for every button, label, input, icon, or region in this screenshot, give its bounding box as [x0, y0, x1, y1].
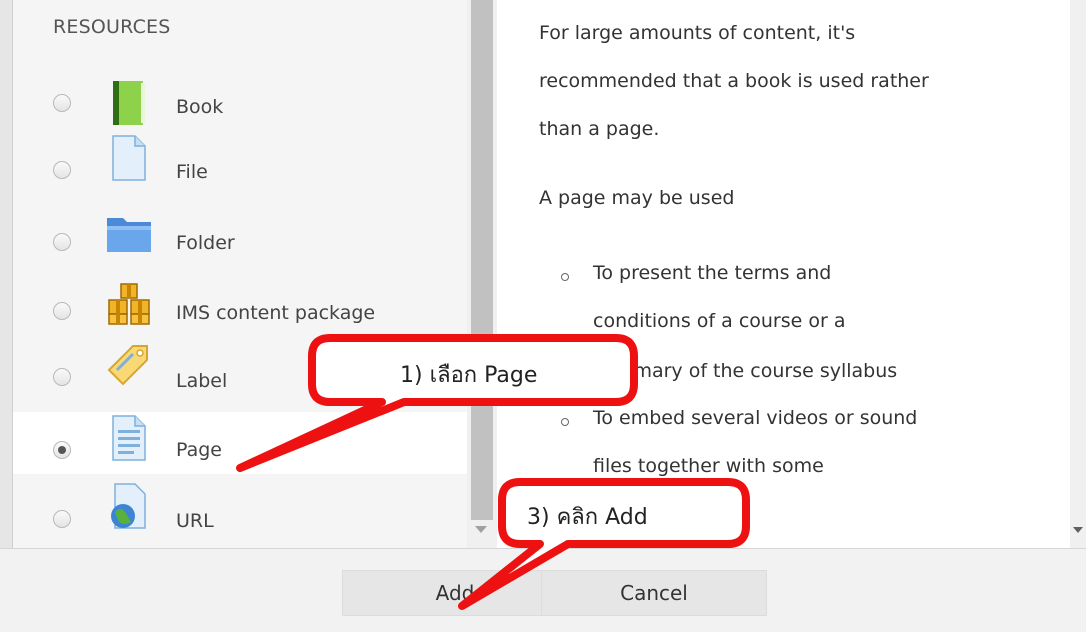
page-icon — [112, 415, 146, 461]
activity-chooser-dialog: RESOURCES Book File Folder IMS content p… — [0, 0, 1086, 632]
description-scrollbar[interactable] — [1070, 0, 1086, 548]
description-text-line: For large amounts of content, it's — [539, 22, 856, 44]
option-label-ims-content-package: IMS content package — [176, 302, 376, 324]
description-scroll-down-arrow[interactable] — [1073, 527, 1083, 533]
radio-page[interactable] — [53, 441, 71, 459]
options-scrollbar[interactable] — [467, 0, 497, 548]
option-folder[interactable]: Folder — [13, 210, 467, 272]
description-list-item: To embed several videos or sound — [593, 407, 918, 429]
url-globe-icon — [111, 483, 146, 529]
radio-ims-content-package[interactable] — [53, 302, 71, 320]
description-text-line: than a page. — [539, 118, 660, 140]
option-book[interactable]: Book — [13, 72, 467, 134]
description-list-item: explanatory text — [593, 503, 750, 525]
file-icon — [112, 135, 146, 181]
description-text-line: A page may be used — [539, 187, 735, 209]
list-bullet — [561, 418, 569, 426]
radio-book[interactable] — [53, 94, 71, 112]
cancel-button[interactable]: Cancel — [541, 570, 767, 616]
option-label-url: URL — [176, 510, 214, 532]
option-label[interactable]: Label — [13, 345, 467, 408]
radio-folder[interactable] — [53, 233, 71, 251]
option-ims-content-package[interactable]: IMS content package — [13, 280, 467, 342]
resources-heading: RESOURCES — [53, 16, 171, 38]
dialog-footer: Add Cancel — [0, 548, 1086, 632]
description-list-item: files together with some — [593, 455, 824, 477]
description-list-item: To present the terms and — [593, 262, 832, 284]
option-label-folder: Folder — [176, 232, 235, 254]
module-description-pane: For large amounts of content, it's recom… — [497, 0, 1070, 548]
option-label-page: Page — [176, 439, 222, 461]
option-file[interactable]: File — [13, 135, 467, 202]
description-text-line: recommended that a book is used rather — [539, 70, 929, 92]
label-tag-icon — [107, 345, 148, 386]
book-icon — [113, 81, 145, 125]
option-url[interactable]: URL — [13, 483, 467, 546]
option-page[interactable]: Page — [13, 412, 467, 474]
ims-package-icon — [108, 283, 150, 325]
resources-options-pane: RESOURCES Book File Folder IMS content p… — [13, 0, 467, 548]
option-label-file: File — [176, 161, 208, 183]
option-label-book: Book — [176, 96, 224, 118]
folder-icon — [107, 218, 151, 252]
options-scrollbar-thumb[interactable] — [471, 0, 493, 520]
dialog-left-border — [0, 0, 13, 548]
list-bullet — [561, 273, 569, 281]
radio-file[interactable] — [53, 161, 71, 179]
radio-label[interactable] — [53, 368, 71, 386]
radio-url[interactable] — [53, 510, 71, 528]
option-label-label: Label — [176, 370, 228, 392]
description-list-item: conditions of a course or a — [593, 310, 846, 332]
description-list-item: summary of the course syllabus — [593, 360, 898, 382]
add-button[interactable]: Add — [342, 570, 568, 616]
radio-page-dot — [58, 446, 66, 454]
options-scroll-down-arrow[interactable] — [475, 526, 487, 533]
